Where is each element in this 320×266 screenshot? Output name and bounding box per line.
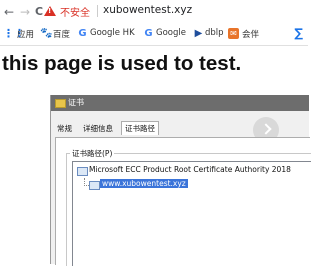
bookmarks-bar: ⋮⋮ 应用 🐾 百度 G Google HK G Google ▶ dblp ✉… <box>0 25 308 46</box>
security-status[interactable]: 不安全 <box>60 4 90 19</box>
google-g-icon: G <box>144 28 153 39</box>
tree-item-root[interactable]: Microsoft ECC Product Root Certificate A… <box>89 165 291 174</box>
huiban-icon: ✉ <box>228 28 239 39</box>
forward-button[interactable]: → <box>20 5 30 19</box>
address-bar: ← → C 不安全 xubowentest.xyz <box>0 0 308 24</box>
certificate-icon <box>89 181 100 190</box>
sigma-icon[interactable]: ∑ <box>293 27 304 39</box>
warning-icon[interactable] <box>44 6 56 16</box>
bookmark-google-hk[interactable]: Google HK <box>90 28 135 38</box>
google-g-icon: G <box>78 28 87 39</box>
bookmark-dblp[interactable]: dblp <box>205 28 224 38</box>
certificate-dialog: 证书 常规 详细信息 证书路径 证书路径(P) Microsoft ECC Pr… <box>50 95 311 266</box>
certificate-icon <box>55 99 66 108</box>
tab-general[interactable]: 常规 <box>57 123 72 134</box>
bookmark-huiban[interactable]: 会伴 <box>242 28 259 40</box>
back-button[interactable]: ← <box>4 5 14 19</box>
dblp-icon: ▶ <box>194 28 203 39</box>
cert-path-tree[interactable]: Microsoft ECC Product Root Certificate A… <box>72 161 311 266</box>
dialog-titlebar[interactable]: 证书 <box>51 95 309 111</box>
bookmark-baidu[interactable]: 百度 <box>53 28 70 40</box>
page-title: this page is used to test. <box>2 52 242 75</box>
bookmark-apps[interactable]: 应用 <box>17 28 34 40</box>
reload-button[interactable]: C <box>35 5 43 19</box>
bookmark-google[interactable]: Google <box>156 28 186 38</box>
tab-panel: 证书路径(P) Microsoft ECC Product Root Certi… <box>55 137 311 266</box>
apps-grid-icon: ⋮⋮ <box>3 27 25 40</box>
tab-details[interactable]: 详细信息 <box>83 123 113 134</box>
address-divider <box>97 5 98 17</box>
tree-item-leaf[interactable]: www.xubowentest.xyz <box>100 179 188 188</box>
dialog-title: 证书 <box>68 98 84 107</box>
group-label: 证书路径(P) <box>70 148 115 159</box>
url-field[interactable]: xubowentest.xyz <box>103 4 192 16</box>
tab-cert-path[interactable]: 证书路径 <box>121 121 159 135</box>
certificate-icon <box>77 167 88 176</box>
baidu-paw-icon: 🐾 <box>40 28 53 39</box>
